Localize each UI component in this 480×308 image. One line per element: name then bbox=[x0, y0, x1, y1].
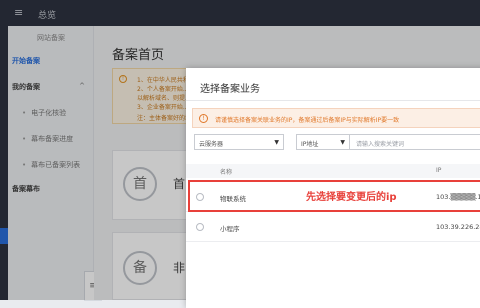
select-filing-service-dialog: 选择备案业务 ! 请谨慎选择备案关联业务的IP，备案通过后备案IP与实际解析IP… bbox=[186, 68, 480, 308]
dialog-divider bbox=[186, 100, 480, 101]
column-header-ip: IP bbox=[436, 167, 442, 174]
annotation-text: 先选择要变更后的ip bbox=[306, 192, 397, 203]
row-radio[interactable] bbox=[196, 223, 204, 231]
service-type-value: 云服务器 bbox=[199, 141, 224, 148]
chevron-down-icon: ▼ bbox=[340, 139, 345, 146]
dialog-title: 选择备案业务 bbox=[200, 84, 260, 95]
search-placeholder: 请输入搜索关键词 bbox=[356, 141, 405, 148]
search-field-select[interactable]: IP地址 ▼ bbox=[296, 134, 350, 150]
warning-banner: ! 请谨慎选择备案关联业务的IP，备案通过后备案IP与实际解析IP要一致 bbox=[192, 108, 480, 128]
warning-icon: ! bbox=[199, 114, 208, 123]
table-row[interactable]: 小程序 103.39.226.28 bbox=[186, 212, 480, 242]
column-header-name: 名称 bbox=[220, 169, 233, 176]
search-input[interactable]: 请输入搜索关键词 bbox=[350, 134, 480, 150]
row-ip: 103.39.226.28 bbox=[436, 223, 480, 231]
row-name: 小程序 bbox=[220, 225, 240, 233]
service-type-select[interactable]: 云服务器 ▼ bbox=[194, 134, 284, 150]
chevron-down-icon: ▼ bbox=[274, 139, 279, 146]
table-header: 名称 IP bbox=[186, 164, 480, 178]
warning-text: 请谨慎选择备案关联业务的IP，备案通过后备案IP与实际解析IP要一致 bbox=[215, 117, 400, 124]
search-field-value: IP地址 bbox=[301, 141, 319, 148]
